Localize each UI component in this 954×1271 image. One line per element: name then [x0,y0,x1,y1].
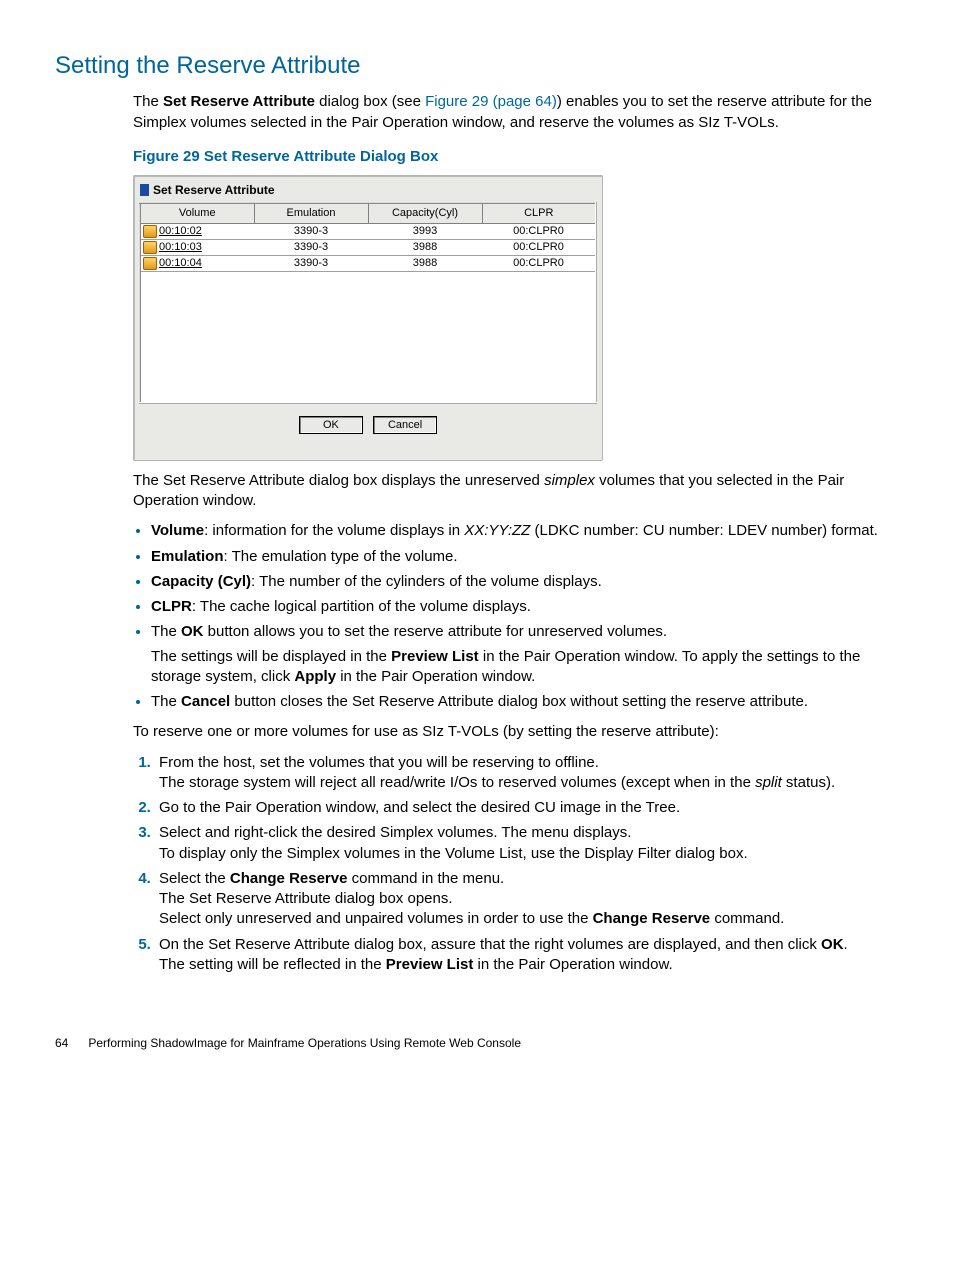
figure-xref-link[interactable]: Figure 29 (page 64) [425,93,557,110]
body-text: The Set Reserve Attribute dialog box dis… [133,471,899,512]
list-item: From the host, set the volumes that you … [155,753,899,794]
list-item: Capacity (Cyl): The number of the cylind… [151,572,899,592]
col-capacity[interactable]: Capacity(Cyl) [368,203,482,223]
dialog-title: Set Reserve Attribute [134,176,602,202]
procedure-list: From the host, set the volumes that you … [133,753,899,976]
volume-icon [143,241,157,254]
cancel-button[interactable]: Cancel [373,416,437,434]
col-clpr[interactable]: CLPR [482,203,596,223]
figure-caption: Figure 29 Set Reserve Attribute Dialog B… [133,147,899,167]
list-item: Emulation: The emulation type of the vol… [151,547,899,567]
set-reserve-attribute-dialog: Set Reserve Attribute Volume Emulation C… [133,175,603,461]
list-item: Select the Change Reserve command in the… [155,869,899,930]
list-item: The Cancel button closes the Set Reserve… [151,692,899,712]
list-item: Volume: information for the volume displ… [151,521,899,541]
col-volume[interactable]: Volume [140,203,254,223]
volume-icon [143,225,157,238]
section-heading: Setting the Reserve Attribute [55,50,899,82]
intro-paragraph: The Set Reserve Attribute dialog box (se… [133,92,899,133]
list-item: The OK button allows you to set the rese… [151,622,899,687]
page-number: 64 [55,1035,85,1051]
body-text: To reserve one or more volumes for use a… [133,722,899,742]
list-item: CLPR: The cache logical partition of the… [151,597,899,617]
field-description-list: Volume: information for the volume displ… [133,521,899,712]
table-row[interactable]: 00:10:02 3390-3399300:CLPR0 [140,224,596,240]
ok-button[interactable]: OK [299,416,363,434]
volume-icon [143,257,157,270]
page-footer: 64 Performing ShadowImage for Mainframe … [55,1035,899,1051]
list-item: Select and right-click the desired Simpl… [155,823,899,864]
title-bar-icon [140,184,149,196]
volumes-table: Volume Emulation Capacity(Cyl) CLPR 00:1… [139,202,597,403]
chapter-title: Performing ShadowImage for Mainframe Ope… [88,1036,521,1050]
list-item: Go to the Pair Operation window, and sel… [155,798,899,818]
table-row[interactable]: 00:10:04 3390-3398800:CLPR0 [140,255,596,271]
col-emulation[interactable]: Emulation [254,203,368,223]
list-item: On the Set Reserve Attribute dialog box,… [155,935,899,976]
table-row[interactable]: 00:10:03 3390-3398800:CLPR0 [140,240,596,256]
